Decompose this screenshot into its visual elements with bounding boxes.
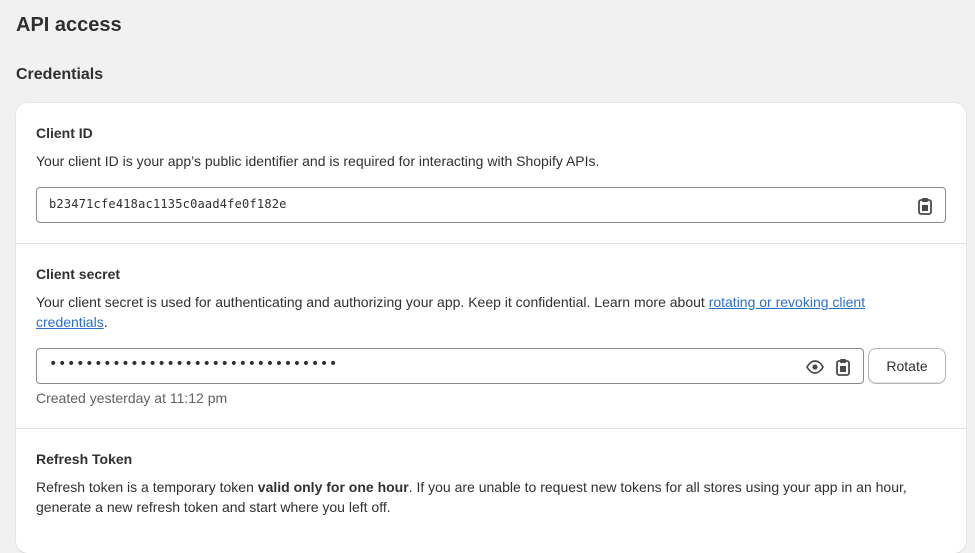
client-secret-label: Client secret <box>36 266 121 282</box>
refresh-token-description-bold: valid only for one hour <box>257 479 409 495</box>
client-secret-masked-value[interactable]: •••••••••••••••••••••••••••••••• <box>49 356 338 372</box>
rotate-button[interactable]: Rotate <box>868 348 946 384</box>
divider <box>16 243 966 244</box>
refresh-token-description-text: Refresh token is a temporary token <box>36 479 258 495</box>
client-secret-description-text: Your client secret is used for authentic… <box>36 294 709 310</box>
page-title: API access <box>16 14 122 36</box>
clipboard-icon[interactable] <box>833 357 853 377</box>
divider <box>16 428 966 429</box>
client-id-description: Your client ID is your app’s public iden… <box>36 153 600 169</box>
section-title-credentials: Credentials <box>16 66 104 83</box>
eye-icon[interactable] <box>805 357 825 377</box>
refresh-token-description: Refresh token is a temporary token valid… <box>36 477 936 517</box>
clipboard-icon[interactable] <box>915 196 935 216</box>
client-id-value[interactable]: b23471cfe418ac1135c0aad4fe0f182e <box>49 197 287 211</box>
credentials-card: Client ID Your client ID is your app’s p… <box>16 103 966 553</box>
refresh-token-label: Refresh Token <box>36 451 133 467</box>
client-secret-created-text: Created yesterday at 11:12 pm <box>36 390 228 406</box>
client-id-label: Client ID <box>36 125 93 141</box>
client-secret-description: Your client secret is used for authentic… <box>36 292 936 332</box>
client-secret-field[interactable]: •••••••••••••••••••••••••••••••• <box>36 348 864 384</box>
client-id-field[interactable]: b23471cfe418ac1135c0aad4fe0f182e <box>36 187 946 223</box>
client-secret-description-end: . <box>103 314 108 330</box>
